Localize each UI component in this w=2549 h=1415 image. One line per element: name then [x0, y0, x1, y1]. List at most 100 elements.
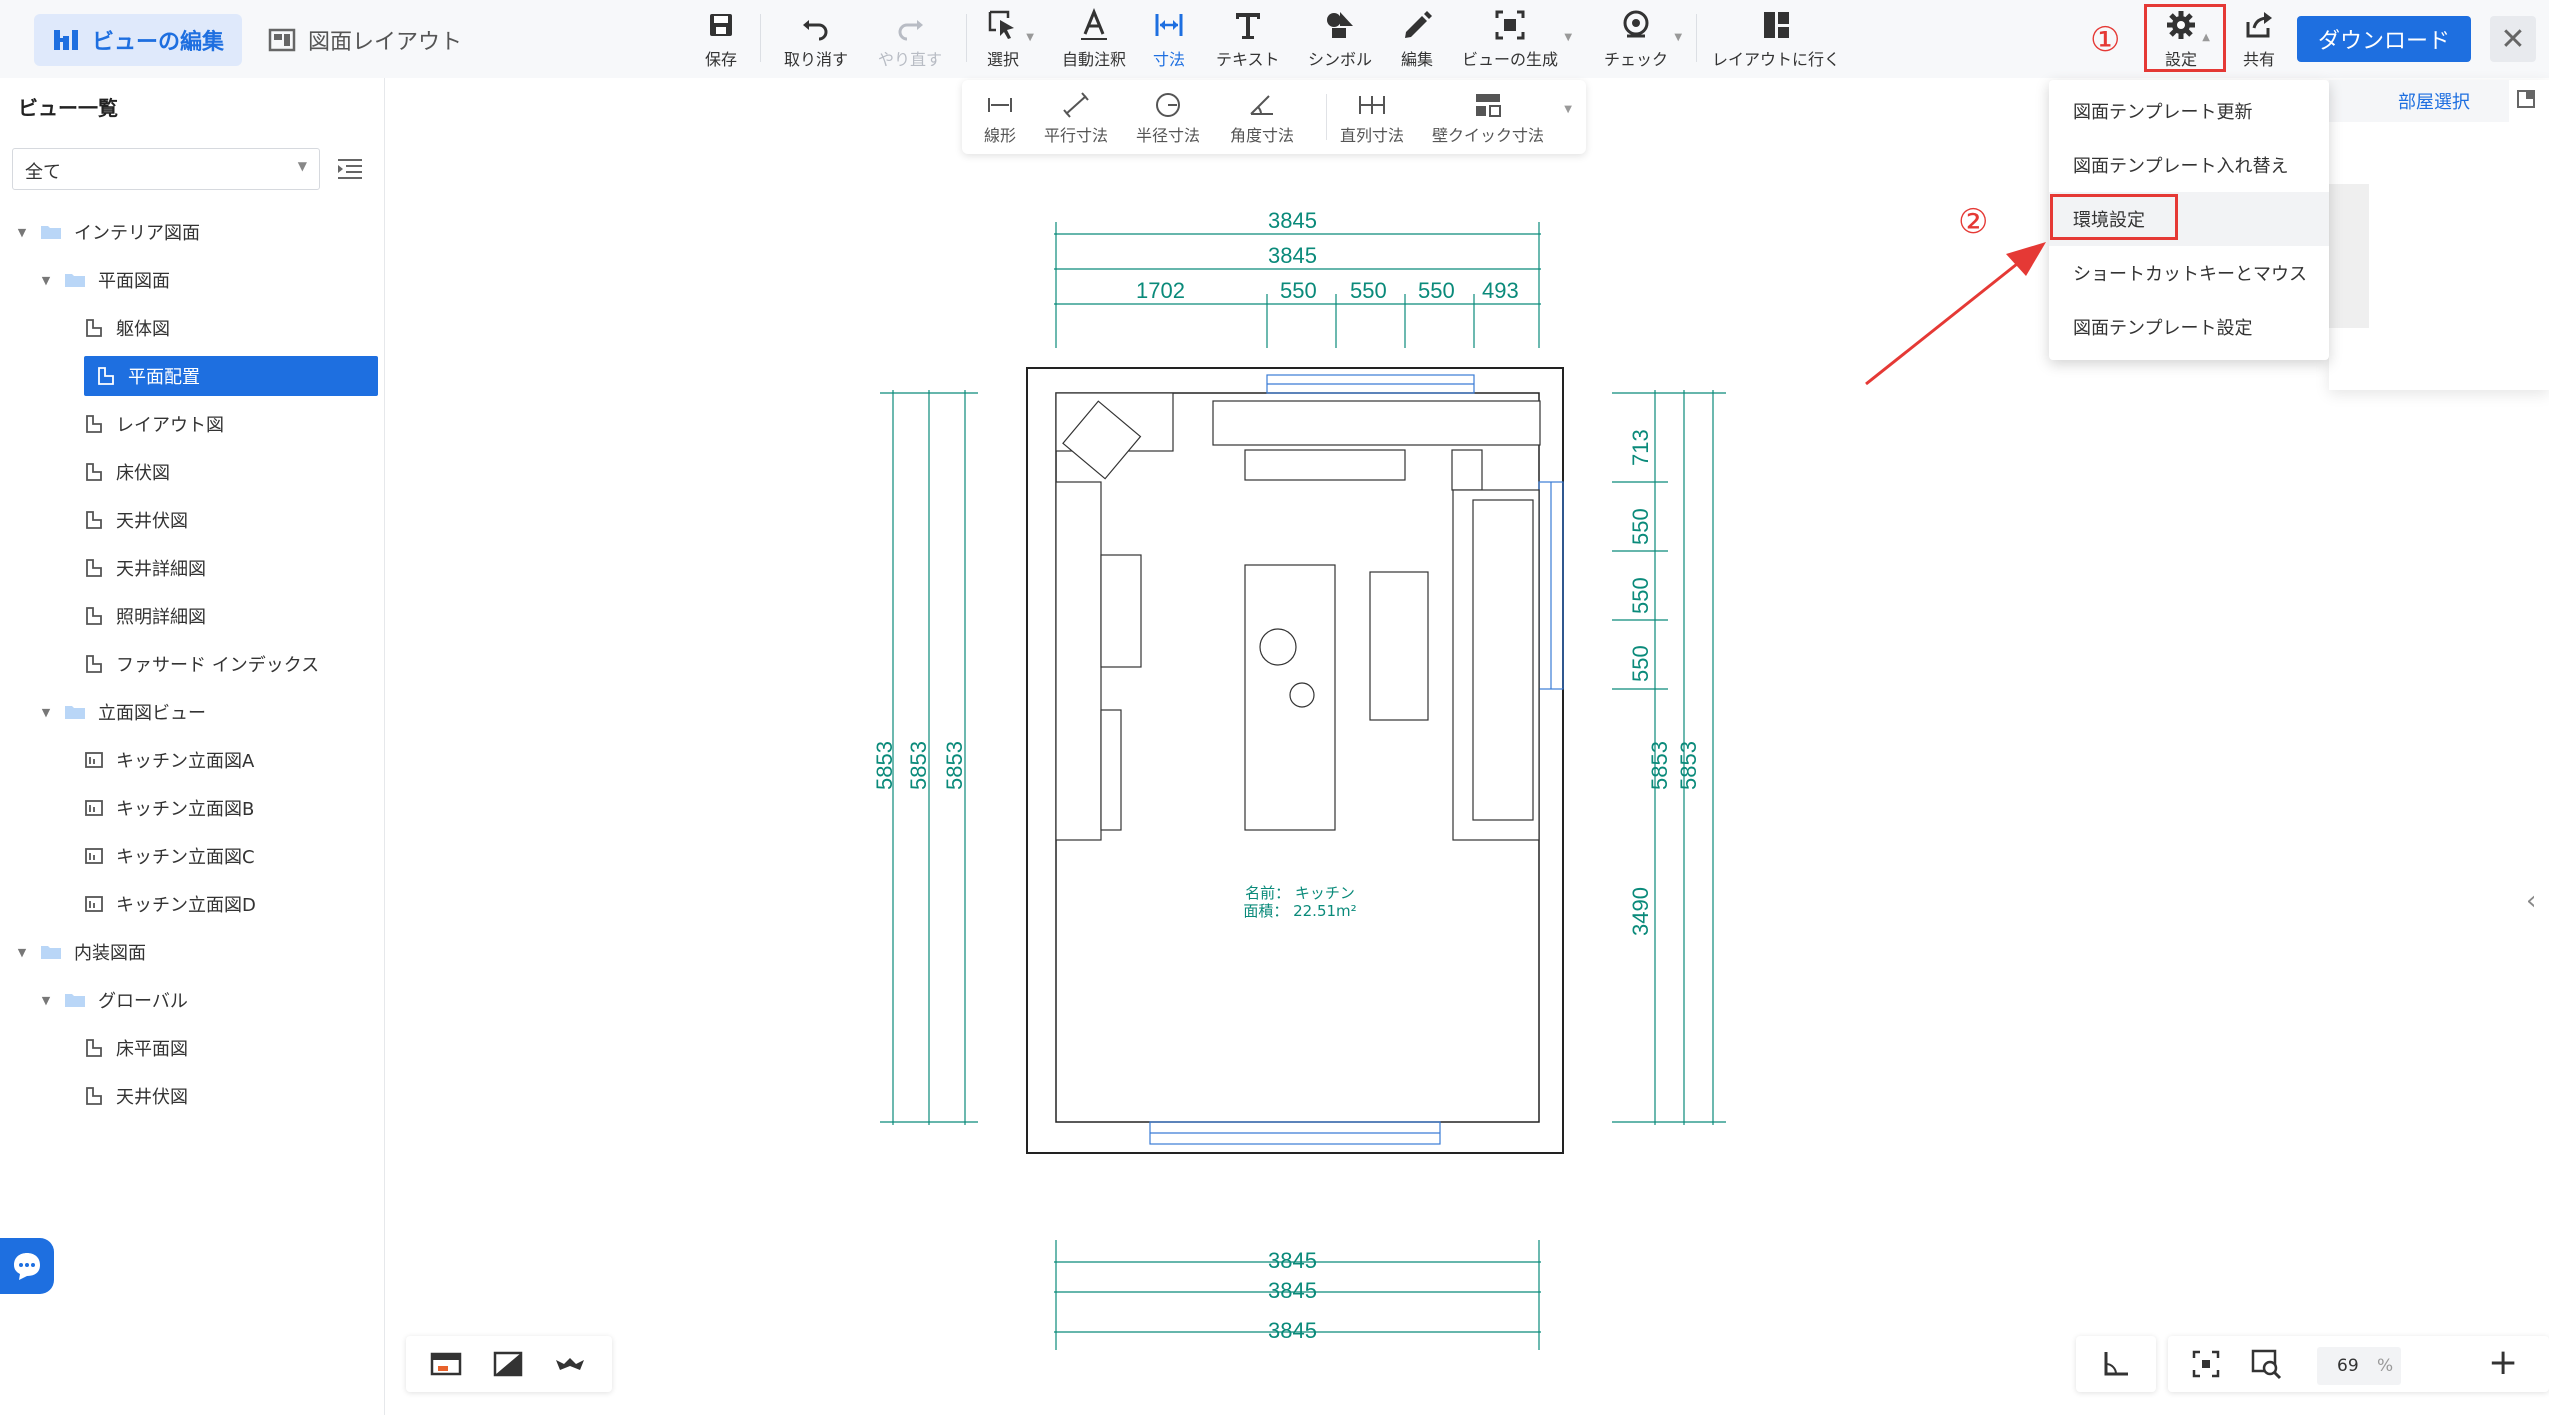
undo-button[interactable]: 取り消す	[784, 8, 848, 70]
dimension-segment-label[interactable]: 550	[1418, 278, 1455, 304]
settings-menu-item[interactable]: 図面テンプレート更新	[2049, 84, 2329, 138]
dimension-label[interactable]: 3845	[1268, 1248, 1317, 1274]
save-label: 保存	[704, 50, 737, 69]
wall-quick-dimension-button[interactable]: 壁クイック寸法	[1432, 90, 1544, 146]
tree-item[interactable]: ▼ 立面図ビュー	[38, 692, 206, 732]
settings-menu-item[interactable]: 図面テンプレート入れ替え	[2049, 138, 2329, 192]
dimension-label[interactable]: 3845	[1268, 208, 1317, 234]
select-button[interactable]: 選択 ▼	[986, 8, 1034, 70]
tab-edit-view[interactable]: ビューの編集	[34, 14, 243, 66]
tab-edit-view-label: ビューの編集	[92, 30, 225, 55]
redo-button[interactable]: やり直す	[878, 8, 942, 70]
dimension-button[interactable]: 寸法	[1152, 8, 1186, 70]
expand-toggle-icon[interactable]: ▼	[38, 994, 54, 1007]
radius-dimension-label: 半径寸法	[1136, 126, 1201, 145]
dimension-segment-label[interactable]: 550	[1628, 508, 1654, 545]
radius-dimension-button[interactable]: 半径寸法	[1136, 90, 1200, 146]
zoom-window-icon[interactable]	[2250, 1348, 2282, 1380]
generate-view-button[interactable]: ビューの生成 ▼	[1462, 8, 1572, 70]
goto-layout-button[interactable]: レイアウトに行く	[1712, 8, 1840, 70]
wall-quick-dimension-icon	[1476, 94, 1501, 117]
share-button[interactable]: 共有	[2242, 8, 2276, 70]
tree-item[interactable]: キッチン立面図B	[84, 788, 254, 828]
tree-item[interactable]: 天井詳細図	[84, 548, 206, 588]
settings-menu-item[interactable]: 図面テンプレート設定	[2049, 300, 2329, 354]
expand-toggle-icon[interactable]: ▼	[14, 946, 30, 959]
list-settings-icon[interactable]	[336, 154, 364, 182]
download-button[interactable]: ダウンロード	[2297, 16, 2471, 62]
plan-view-icon	[98, 367, 114, 385]
tree-item[interactable]: ▼ グローバル	[38, 980, 188, 1020]
room-label: 名前： キッチン 面積： 22.51m²	[1240, 884, 1360, 920]
parallel-dimension-button[interactable]: 平行寸法	[1044, 90, 1108, 146]
settings-menu-item[interactable]: ショートカットキーとマウス	[2049, 246, 2329, 300]
dimension-segment-label[interactable]: 3490	[1628, 887, 1654, 936]
collapse-panel-chevron-icon[interactable]: ‹	[2526, 886, 2536, 916]
tab-layout[interactable]: 図面レイアウト	[250, 14, 480, 66]
tree-item[interactable]: ファサード インデックス	[84, 644, 319, 684]
tree-item[interactable]: 平面配置	[84, 356, 378, 396]
dimension-label[interactable]: 5853	[872, 741, 898, 790]
tree-item[interactable]: ▼ 平面図面	[38, 260, 170, 300]
wall-quick-dimension-label: 壁クイック寸法	[1432, 126, 1545, 145]
color-layer-icon[interactable]	[430, 1350, 462, 1378]
floor-plan-drawing[interactable]	[860, 200, 1760, 1360]
close-icon: ✕	[2500, 21, 2526, 57]
edit-button[interactable]: 編集	[1400, 8, 1434, 70]
dimension-segment-label[interactable]: 1702	[1136, 278, 1185, 304]
tree-item[interactable]: 床伏図	[84, 452, 170, 492]
tree-item[interactable]: 床平面図	[84, 1028, 188, 1068]
zoom-in-button[interactable]: +	[2488, 1342, 2518, 1383]
generate-view-label: ビューの生成	[1462, 50, 1559, 69]
bottom-left-toolbar	[406, 1336, 612, 1392]
symbol-button[interactable]: シンボル	[1308, 8, 1372, 70]
tree-item[interactable]: 照明詳細図	[84, 596, 206, 636]
dimension-segment-label[interactable]: 713	[1628, 429, 1654, 466]
expand-toggle-icon[interactable]: ▼	[38, 274, 54, 287]
dimension-segment-label[interactable]: 550	[1628, 645, 1654, 682]
close-button[interactable]: ✕	[2490, 16, 2536, 62]
expand-toggle-icon[interactable]: ▼	[38, 706, 54, 719]
tree-item[interactable]: キッチン立面図C	[84, 836, 255, 876]
dimension-label[interactable]: 3845	[1268, 1278, 1317, 1304]
tree-item[interactable]: ▼ インテリア図面	[14, 212, 200, 252]
dimension-label[interactable]: 5853	[1676, 741, 1702, 790]
tree-item[interactable]: 天井伏図	[84, 1076, 188, 1116]
dimension-segment-label[interactable]: 550	[1280, 278, 1317, 304]
dimension-label[interactable]: 5853	[942, 741, 968, 790]
room-select-link[interactable]: 部屋選択	[2398, 88, 2470, 114]
fill-toggle-icon[interactable]	[492, 1350, 524, 1378]
save-button[interactable]: 保存	[704, 8, 738, 70]
dimension-segment-label[interactable]: 550	[1350, 278, 1387, 304]
text-button[interactable]: テキスト	[1216, 8, 1280, 70]
angle-dimension-button[interactable]: 角度寸法	[1230, 90, 1294, 146]
tree-item[interactable]: キッチン立面図D	[84, 884, 256, 924]
zoom-level-input[interactable]: 69 %	[2317, 1347, 2401, 1385]
tree-item[interactable]: 天井伏図	[84, 500, 188, 540]
expand-toggle-icon[interactable]: ▼	[14, 226, 30, 239]
auto-annotation-button[interactable]: 自動注釈	[1062, 8, 1126, 70]
check-button[interactable]: チェック ▼	[1604, 8, 1682, 70]
serial-dimension-button[interactable]: 直列寸法	[1340, 90, 1404, 146]
chat-support-button[interactable]	[0, 1238, 54, 1294]
coordinate-toggle[interactable]	[2076, 1336, 2156, 1392]
tree-item[interactable]: レイアウト図	[84, 404, 224, 444]
dimension-label[interactable]: 5853	[906, 741, 932, 790]
dimension-label[interactable]: 3845	[1268, 243, 1317, 269]
fit-view-icon[interactable]	[2190, 1348, 2222, 1380]
tree-item-label: ファサード インデックス	[116, 655, 320, 676]
tree-item[interactable]: 躯体図	[84, 308, 170, 348]
tree-item[interactable]: ▼ 内装図面	[14, 932, 146, 972]
dimension-label[interactable]: 5853	[1647, 741, 1673, 790]
linear-dimension-button[interactable]: 線形	[984, 90, 1016, 146]
tree-item[interactable]: キッチン立面図A	[84, 740, 254, 780]
panel-toggle-icon[interactable]	[2515, 88, 2537, 110]
furniture-toggle-icon[interactable]	[554, 1350, 586, 1378]
undo-icon	[803, 20, 828, 41]
plan-view-icon	[86, 607, 102, 625]
dimension-segment-label[interactable]: 550	[1628, 577, 1654, 614]
chevron-down-icon: ▼	[297, 159, 307, 173]
view-filter-select[interactable]: 全て ▼	[12, 148, 320, 190]
dimension-label[interactable]: 3845	[1268, 1318, 1317, 1344]
dimension-segment-label[interactable]: 493	[1482, 278, 1519, 304]
